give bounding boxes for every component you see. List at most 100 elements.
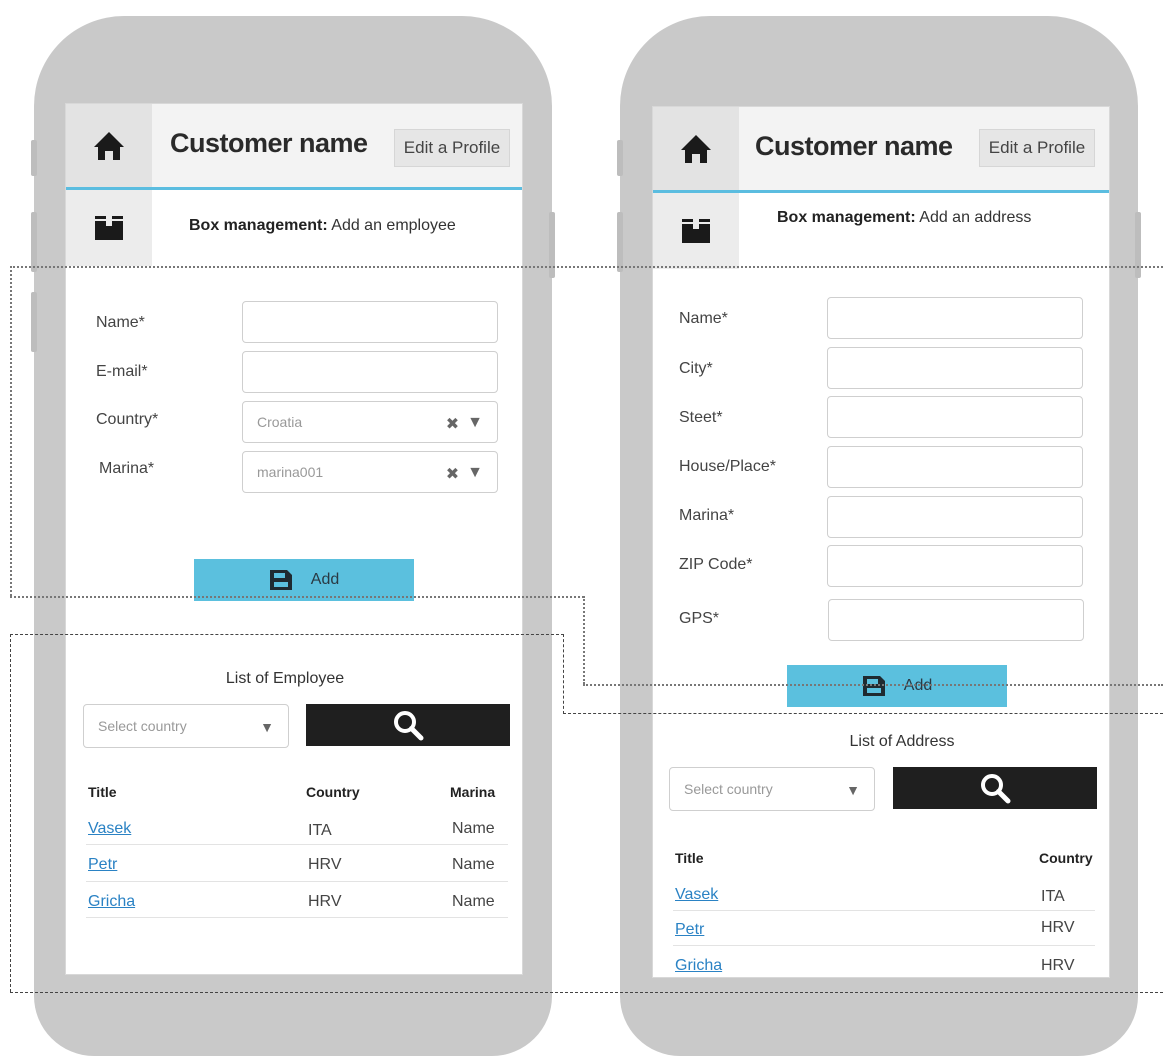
list-country-placeholder: Select country (684, 781, 773, 797)
phone-left: Customer name Edit a Profile Box managem… (31, 16, 555, 1056)
row-title-link[interactable]: Petr (675, 921, 704, 939)
header: Customer name Edit a Profile (653, 107, 1109, 193)
add-employee-button[interactable]: Add (194, 559, 414, 601)
form-area-boundary-left (10, 266, 12, 596)
box-management-label: Box management: (189, 217, 328, 234)
list-title: List of Address (849, 733, 955, 750)
clear-icon[interactable]: ✖ (446, 464, 459, 484)
row-divider (86, 844, 508, 845)
row-country: HRV (308, 893, 342, 910)
column-header-title: Title (675, 850, 704, 866)
row-title-link[interactable]: Gricha (675, 957, 722, 975)
street-input[interactable] (827, 396, 1083, 438)
house-place-input[interactable] (827, 446, 1083, 488)
row-country: ITA (1041, 888, 1065, 905)
box-management-row: Box management: Add an employee (66, 190, 522, 266)
list-area-boundary-left (10, 634, 11, 992)
home-button[interactable] (653, 107, 739, 190)
zip-code-input[interactable] (827, 545, 1083, 587)
list-title: List of Employee (225, 670, 345, 687)
name-input[interactable] (827, 297, 1083, 339)
dropdown-arrow-icon[interactable]: ▼ (467, 414, 483, 434)
column-header-title: Title (88, 784, 117, 800)
list-area-boundary-top (10, 634, 564, 635)
row-title-link[interactable]: Vasek (675, 886, 718, 904)
email-input[interactable] (242, 351, 498, 393)
form-area-boundary-bottom (10, 596, 584, 598)
row-title-link[interactable]: Petr (88, 856, 117, 874)
column-header-country: Country (306, 784, 360, 800)
search-icon (394, 711, 424, 741)
box-management-label: Box management: (777, 209, 916, 226)
name-input[interactable] (242, 301, 498, 343)
form-area-boundary-bottom-right (583, 684, 1163, 686)
edit-profile-button[interactable]: Edit a Profile (979, 129, 1095, 167)
row-country: ITA (308, 822, 332, 839)
box-management-action: Add an employee (331, 217, 456, 234)
box-management-row: Box management: Add an address (653, 193, 1109, 269)
zip-code-label: ZIP Code* (679, 556, 753, 573)
row-divider (673, 945, 1095, 946)
customer-name: Customer name (170, 128, 368, 158)
dropdown-arrow-icon[interactable]: ▼ (467, 464, 483, 484)
row-divider (673, 910, 1095, 911)
gps-label: GPS* (679, 610, 720, 627)
clear-icon[interactable]: ✖ (446, 414, 459, 434)
row-divider (86, 917, 508, 918)
list-country-select[interactable]: Select country ▼ (83, 704, 289, 748)
city-input[interactable] (827, 347, 1083, 389)
phone-side-button (1135, 212, 1141, 278)
add-address-button[interactable]: Add (787, 665, 1007, 707)
marina-select-value: marina001 (257, 464, 324, 480)
home-button[interactable] (66, 104, 152, 187)
country-label: Country* (96, 411, 159, 428)
save-icon (269, 570, 292, 590)
header: Customer name Edit a Profile (66, 104, 522, 190)
search-button[interactable] (893, 767, 1097, 809)
row-title-link[interactable]: Vasek (88, 820, 131, 838)
row-country: HRV (1041, 919, 1075, 936)
row-marina: Name (452, 893, 495, 910)
country-select[interactable]: Croatia ✖ ▼ (242, 401, 498, 443)
row-country: HRV (308, 856, 342, 873)
country-select-value: Croatia (257, 414, 303, 430)
box-icon (682, 219, 710, 243)
row-marina: Name (452, 820, 495, 837)
city-label: City* (679, 360, 713, 377)
search-button[interactable] (306, 704, 510, 746)
marina-select[interactable]: marina001 ✖ ▼ (242, 451, 498, 493)
box-management-button[interactable] (653, 193, 739, 269)
add-button-label: Add (310, 571, 340, 588)
screen-left: Customer name Edit a Profile Box managem… (65, 103, 523, 975)
home-icon (94, 131, 124, 160)
form-area-boundary-top (10, 266, 1163, 268)
home-icon (681, 134, 711, 163)
name-label: Name* (679, 310, 728, 327)
box-management-button[interactable] (66, 190, 152, 266)
edit-profile-button[interactable]: Edit a Profile (394, 129, 510, 167)
save-icon (862, 676, 885, 696)
list-area-boundary-step (563, 634, 564, 714)
list-area-boundary-bottom (10, 992, 1163, 993)
gps-input[interactable] (828, 599, 1084, 641)
email-label: E-mail* (96, 363, 148, 380)
phone-side-button (31, 140, 37, 176)
search-icon (981, 774, 1011, 804)
marina-input[interactable] (827, 496, 1083, 538)
row-divider (86, 881, 508, 882)
house-place-label: House/Place* (679, 458, 776, 475)
box-management-text: Box management: Add an employee (189, 217, 456, 235)
row-title-link[interactable]: Gricha (88, 893, 135, 911)
row-country: HRV (1041, 957, 1075, 974)
list-country-select[interactable]: Select country ▼ (669, 767, 875, 811)
form-area-boundary-step (583, 596, 585, 684)
phone-side-button (31, 212, 37, 272)
phone-side-button (617, 212, 623, 272)
add-button-label: Add (903, 677, 933, 694)
street-label: Steet* (679, 409, 723, 426)
phone-side-button (549, 212, 555, 278)
screen-right: Customer name Edit a Profile Box managem… (652, 106, 1110, 978)
customer-name: Customer name (755, 131, 953, 161)
box-icon (95, 216, 123, 240)
list-country-placeholder: Select country (98, 718, 187, 734)
